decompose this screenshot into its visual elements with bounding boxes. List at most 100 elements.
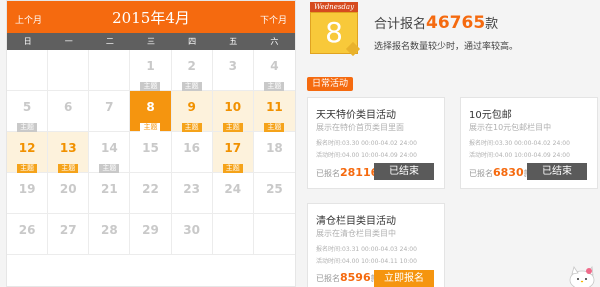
count-value: 8596: [340, 271, 371, 284]
day-number: 12: [18, 141, 36, 155]
day-number: 6: [64, 100, 73, 114]
calendar-date-icon: Wednesday 8: [305, 0, 361, 62]
calendar-grid: 1 主题 2 主题 3 4 主题 5 主题 6 7 8 主题 9 主题 10 主题 11 主题 12 主题 13 主题 14 主…: [7, 50, 295, 255]
calendar: 上个月 2015年4月 下个月 日 一 二 三 四 五 六 1 主题 2 主题 3 4 主题…: [6, 0, 296, 287]
month-title: 2015年4月: [112, 9, 190, 27]
calendar-empty-cell: [7, 50, 49, 91]
count-value: 6830: [493, 166, 524, 179]
weekday-label: 一: [64, 37, 73, 46]
count-prefix: 已报名: [316, 169, 340, 178]
calendar-day[interactable]: 18: [253, 132, 295, 173]
calendar-day[interactable]: 1 主题: [130, 50, 172, 91]
calendar-day[interactable]: 9 主题: [171, 91, 213, 132]
activity-title: 10元包邮: [469, 110, 512, 121]
calendar-day[interactable]: 23: [171, 173, 213, 214]
calendar-header: 上个月 2015年4月 下个月: [7, 1, 295, 33]
day-number: 3: [228, 59, 237, 73]
signup-now-button[interactable]: 立即报名: [374, 270, 434, 287]
day-number: 13: [59, 141, 77, 155]
theme-badge: 主题: [99, 164, 120, 173]
day-number: 24: [224, 182, 242, 196]
activity-description: 展示在特价首页类目里面: [316, 123, 404, 132]
day-number: 5: [22, 100, 32, 114]
calendar-day[interactable]: 8 主题: [130, 91, 172, 132]
calendar-day[interactable]: 6: [48, 91, 90, 132]
day-number: 18: [266, 141, 283, 155]
day-number: 20: [59, 182, 77, 196]
activity-card: 天天特价类目活动 展示在特价首页类目里面 报名时间:03.30 00:00-04…: [307, 97, 445, 189]
ended-button[interactable]: 已结束: [374, 163, 434, 180]
count-value: 28116: [340, 166, 379, 179]
day-number: 15: [142, 141, 159, 155]
activity-description: 展示在清仓栏目类目中: [316, 229, 396, 238]
calendar-day[interactable]: 4 主题: [253, 50, 295, 91]
calendar-day[interactable]: 16: [171, 132, 213, 173]
calendar-day[interactable]: 25: [253, 173, 295, 214]
day-number: 28: [101, 223, 118, 237]
day-number: 27: [59, 223, 77, 237]
weekday-label: 四: [188, 37, 197, 46]
calendar-day[interactable]: 2 主题: [171, 50, 213, 91]
signup-count: 已报名6830款: [469, 166, 532, 179]
day-number: 29: [142, 223, 159, 237]
daily-activities-tag: 日常活动: [307, 77, 354, 91]
calendar-day[interactable]: 11 主题: [253, 91, 295, 132]
calendar-day[interactable]: 3: [212, 50, 254, 91]
signup-period: 报名时间:03.31 00:00-04.03 24:00: [316, 246, 417, 253]
theme-badge: 主题: [140, 82, 161, 91]
calendar-day[interactable]: 26: [7, 214, 49, 255]
theme-badge: 主题: [264, 82, 285, 91]
calendar-day[interactable]: 14 主题: [89, 132, 131, 173]
count-prefix: 已报名: [316, 274, 340, 283]
next-month-link[interactable]: 下个月: [260, 13, 287, 26]
day-number: 22: [142, 182, 159, 196]
calendar-day[interactable]: 19: [7, 173, 49, 214]
day-number: 9: [187, 100, 196, 114]
ended-button[interactable]: 已结束: [527, 163, 587, 180]
calendar-day[interactable]: 5 主题: [7, 91, 49, 132]
calendar-empty-cell: [48, 50, 90, 91]
calendar-day[interactable]: 10 主题: [212, 91, 254, 132]
calendar-empty-cell: [212, 214, 254, 255]
calendar-day[interactable]: 29: [130, 214, 172, 255]
calendar-day[interactable]: 7: [89, 91, 131, 132]
theme-badge: 主题: [222, 164, 243, 173]
calendar-empty-cell: [89, 50, 131, 91]
calendar-day[interactable]: 27: [48, 214, 90, 255]
calendar-day[interactable]: 17 主题: [212, 132, 254, 173]
calendar-day[interactable]: 21: [89, 173, 131, 214]
calendar-day[interactable]: 30: [171, 214, 213, 255]
day-number: 14: [101, 141, 118, 155]
theme-badge: 主题: [264, 123, 285, 132]
total-value: 46765: [426, 13, 486, 33]
day-number: 10: [224, 100, 242, 114]
day-number: 21: [101, 182, 118, 196]
day-number: 16: [183, 141, 200, 155]
signup-count: 已报名8596款: [316, 271, 379, 284]
calendar-day[interactable]: 20: [48, 173, 90, 214]
calendar-day[interactable]: 12 主题: [7, 132, 49, 173]
total-signups: 合计报名46765款: [374, 13, 498, 33]
day-number: 11: [266, 100, 283, 114]
weekday-label: 六: [270, 37, 279, 46]
activity-card: 10元包邮 展示在10元包邮栏目中 报名时间:03.30 00:00-04.02…: [460, 97, 598, 189]
weekday-label: 五: [229, 37, 238, 46]
theme-badge: 主题: [58, 164, 79, 173]
theme-badge: 主题: [181, 82, 202, 91]
weekday-header: 日 一 二 三 四 五 六: [7, 33, 295, 50]
activity-period: 活动时间:04.00 10:00-04.11 10:00: [316, 258, 417, 265]
calendar-day[interactable]: 13 主题: [48, 132, 90, 173]
calendar-icon-weekday: Wednesday: [310, 2, 358, 12]
activity-title: 天天特价类目活动: [316, 110, 396, 121]
day-number: 8: [146, 100, 155, 114]
calendar-day[interactable]: 24: [212, 173, 254, 214]
calendar-day[interactable]: 22: [130, 173, 172, 214]
theme-badge: 主题: [17, 164, 38, 173]
day-number: 2: [187, 59, 196, 73]
weekday-label: 三: [146, 37, 155, 46]
theme-badge: 主题: [17, 123, 38, 132]
calendar-day[interactable]: 15: [130, 132, 172, 173]
calendar-day[interactable]: 28: [89, 214, 131, 255]
total-prefix: 合计报名: [374, 17, 427, 32]
day-number: 23: [183, 182, 200, 196]
